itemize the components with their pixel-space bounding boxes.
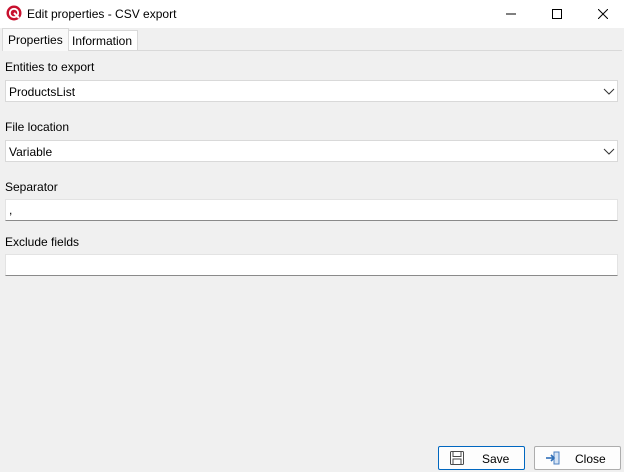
separator-label: Separator — [5, 180, 58, 194]
properties-panel — [2, 50, 622, 435]
chevron-down-icon — [603, 148, 615, 155]
file-location-value: Variable — [9, 145, 53, 159]
tab-properties[interactable]: Properties — [2, 28, 69, 51]
separator-input[interactable]: , — [5, 199, 618, 221]
maximize-icon — [552, 9, 562, 19]
dialog-footer: Save Close — [0, 436, 624, 472]
title-bar: Edit properties - CSV export — [0, 0, 624, 28]
file-location-dropdown[interactable]: Variable — [5, 140, 618, 162]
exit-arrow-icon — [546, 451, 560, 465]
tab-strip: Properties Information — [0, 28, 624, 51]
save-button[interactable]: Save — [438, 446, 525, 470]
separator-value: , — [9, 203, 13, 217]
floppy-disk-icon — [450, 451, 464, 465]
close-button-label: Close — [575, 452, 606, 466]
maximize-button[interactable] — [534, 0, 580, 28]
exclude-fields-input[interactable] — [5, 254, 618, 276]
close-button[interactable]: Close — [534, 446, 621, 470]
minimize-icon — [506, 13, 516, 15]
file-location-label: File location — [5, 120, 70, 134]
window-title: Edit properties - CSV export — [27, 7, 177, 21]
save-button-label: Save — [482, 452, 510, 466]
entities-value: ProductsList — [9, 85, 76, 99]
app-logo-icon — [6, 5, 22, 21]
tab-properties-label: Properties — [8, 33, 63, 47]
exclude-fields-label: Exclude fields — [5, 235, 80, 249]
close-icon — [598, 9, 608, 19]
minimize-button[interactable] — [488, 0, 534, 28]
entities-dropdown[interactable]: ProductsList — [5, 80, 618, 102]
entities-label: Entities to export — [5, 60, 95, 74]
tab-information-label: Information — [72, 34, 133, 48]
tab-information[interactable]: Information — [66, 30, 139, 50]
chevron-down-icon — [603, 88, 615, 95]
window-close-button[interactable] — [580, 0, 624, 28]
